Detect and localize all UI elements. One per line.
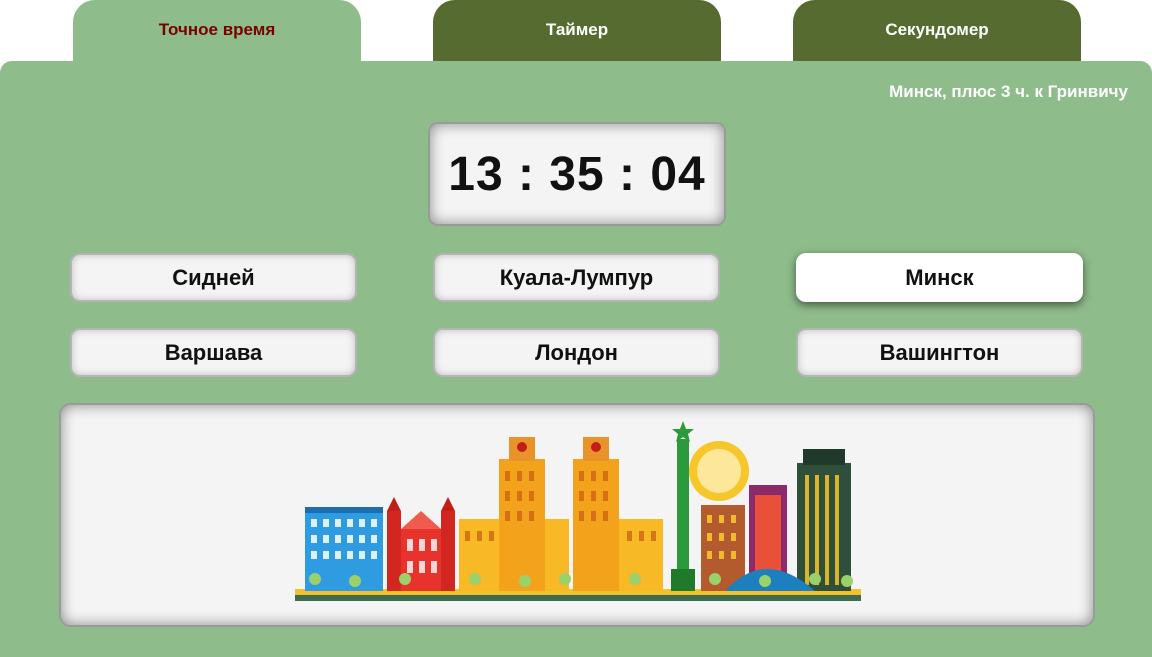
clock-time: 13 : 35 : 04 <box>448 147 706 201</box>
clock-display: 13 : 35 : 04 <box>428 122 726 226</box>
city-label: Минск <box>905 264 974 290</box>
timezone-label: Минск, плюс 3 ч. к Гринвичу <box>889 82 1128 101</box>
tab-exact-time[interactable]: Точное время <box>73 0 361 62</box>
city-label: Сидней <box>172 264 255 290</box>
city-label: Лондон <box>535 339 618 365</box>
tab-label: Точное время <box>158 20 276 39</box>
city-label: Варшава <box>164 339 263 365</box>
tab-timer[interactable]: Таймер <box>433 0 721 62</box>
world-clock-app: Точное время Таймер Секундомер Минск, пл… <box>0 0 1152 657</box>
main-panel: Минск, плюс 3 ч. к Гринвичу 13 : 35 : 04… <box>0 61 1152 657</box>
city-button-minsk[interactable]: Минск <box>796 253 1083 302</box>
city-button-warsaw[interactable]: Варшава <box>70 328 357 377</box>
city-label: Вашингтон <box>879 339 1000 365</box>
tab-stopwatch[interactable]: Секундомер <box>793 0 1081 62</box>
city-button-washington[interactable]: Вашингтон <box>796 328 1083 377</box>
city-button-kuala-lumpur[interactable]: Куала-Лумпур <box>433 253 720 302</box>
minsk-skyline-illustration <box>295 421 861 601</box>
city-button-sydney[interactable]: Сидней <box>70 253 357 302</box>
city-button-london[interactable]: Лондон <box>433 328 720 377</box>
tab-label: Секундомер <box>885 20 989 39</box>
city-label: Куала-Лумпур <box>499 264 654 290</box>
city-illustration-frame <box>59 403 1095 627</box>
tab-label: Таймер <box>545 20 609 39</box>
